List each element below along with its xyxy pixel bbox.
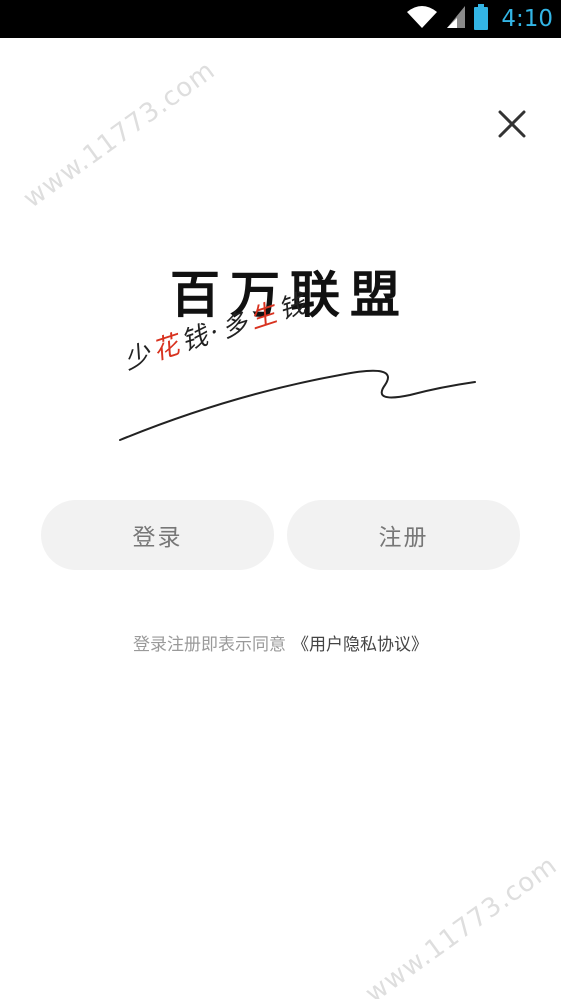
signal-icon: [445, 4, 467, 34]
battery-icon: [473, 3, 489, 35]
watermark-top: www.11773.com: [18, 55, 222, 215]
agreement-text: 登录注册即表示同意: [133, 635, 286, 655]
agreement-notice: 登录注册即表示同意 《用户隐私协议》: [0, 630, 561, 655]
status-icons: 4:10: [405, 0, 553, 38]
login-screen: 4:10 www.11773.com www.11773.com 百万联盟 少花…: [0, 0, 561, 999]
status-time: 4:10: [501, 6, 553, 32]
close-icon: [497, 109, 527, 143]
brand-logo: 百万联盟 少花钱·多生钱: [110, 245, 480, 450]
privacy-agreement-link[interactable]: 《用户隐私协议》: [292, 635, 428, 655]
close-button[interactable]: [492, 106, 532, 146]
login-button[interactable]: 登录: [41, 500, 274, 570]
register-button[interactable]: 注册: [287, 500, 520, 570]
watermark-bottom: www.11773.com: [360, 850, 561, 999]
status-bar: 4:10: [0, 0, 561, 38]
wifi-icon: [405, 4, 439, 34]
